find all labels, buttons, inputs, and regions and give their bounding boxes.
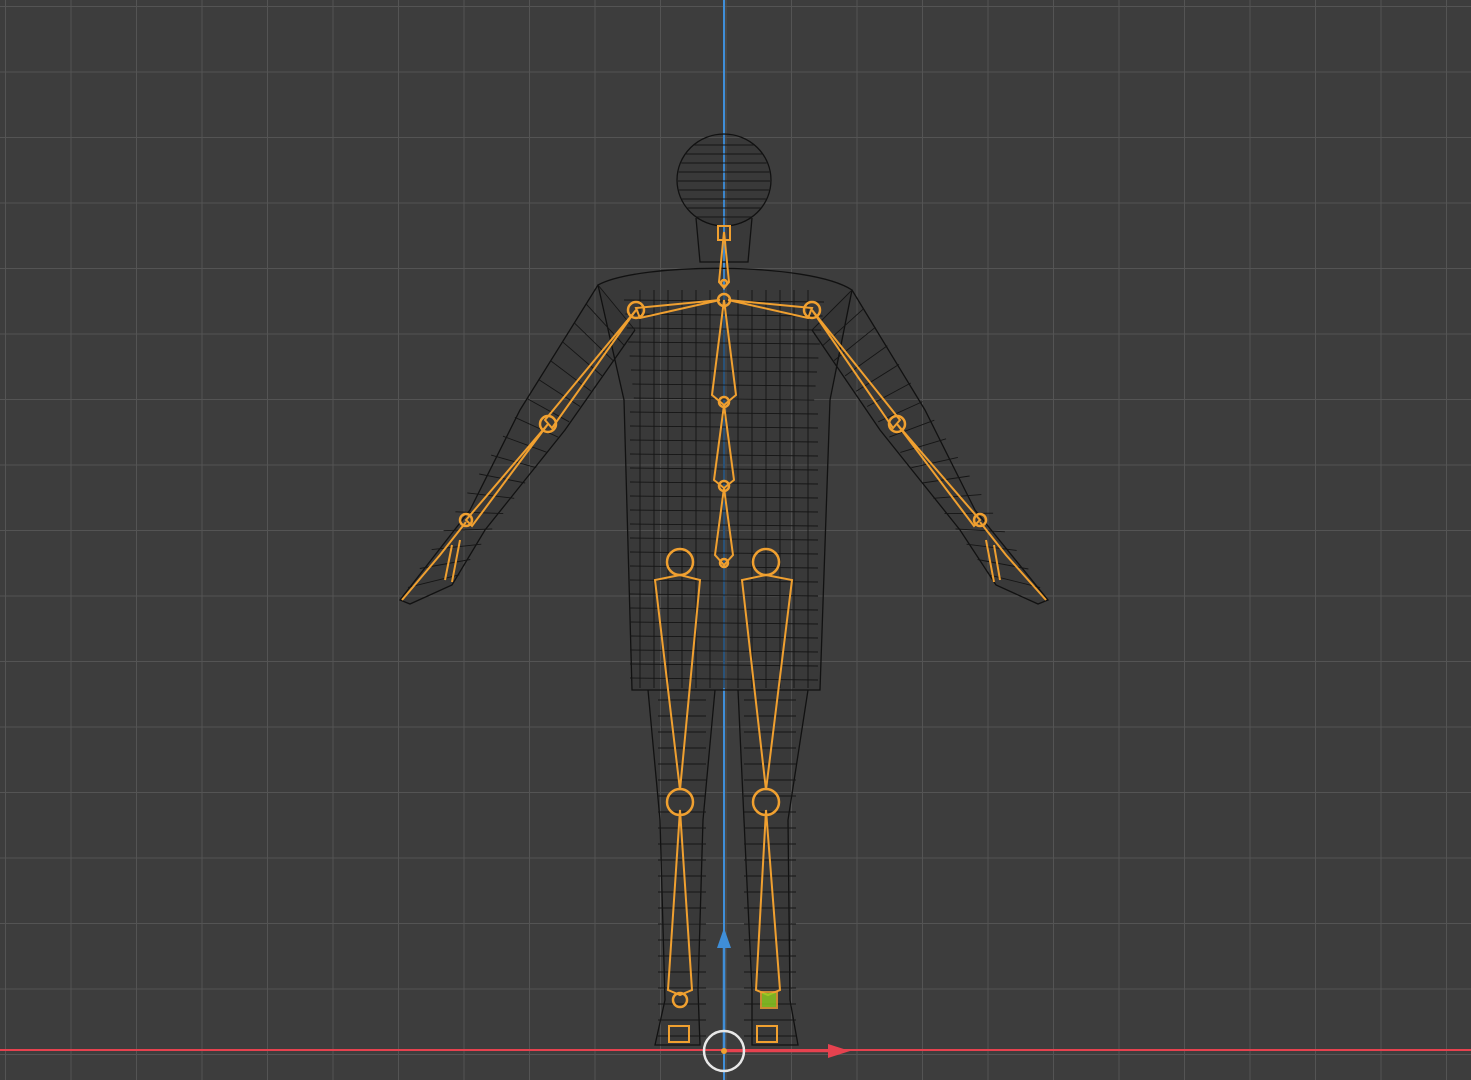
viewport-canvas[interactable]: // placeholder: rings drawn below via sc… — [0, 0, 1471, 1080]
x-arrow-icon[interactable] — [828, 1044, 850, 1058]
mesh-left-arm — [398, 284, 636, 605]
mesh-head — [676, 133, 772, 227]
mesh-left-leg — [647, 689, 716, 1046]
3d-viewport[interactable]: // placeholder: rings drawn below via sc… — [0, 0, 1471, 1080]
z-arrow-icon[interactable] — [717, 928, 731, 948]
origin-dot — [721, 1048, 727, 1054]
mesh-right-arm — [811, 289, 1050, 605]
active-bone-ankle-right[interactable] — [760, 991, 778, 1009]
